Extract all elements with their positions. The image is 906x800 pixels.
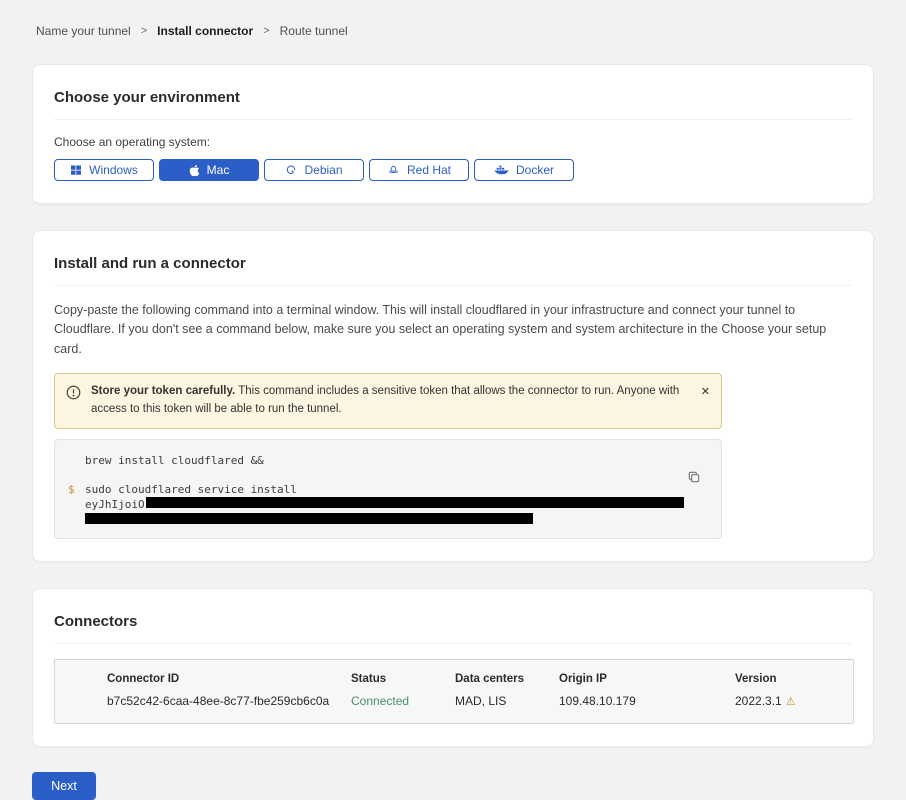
install-command-codeblock: brew install cloudflared && $ sudo cloud… [54, 439, 722, 539]
os-button-label: Windows [89, 163, 138, 177]
environment-card-title: Choose your environment [54, 89, 852, 120]
data-centers-value: MAD, LIS [455, 694, 559, 708]
close-icon[interactable]: ✕ [701, 387, 710, 398]
copy-icon[interactable] [687, 470, 701, 484]
install-connector-card: Install and run a connector Copy-paste t… [32, 230, 874, 562]
os-button-debian[interactable]: Debian [264, 159, 364, 181]
os-button-windows[interactable]: Windows [54, 159, 154, 181]
redhat-logo-icon [387, 164, 400, 176]
status-badge: Connected [351, 694, 455, 708]
os-button-label: Debian [304, 163, 342, 177]
info-circle-icon [66, 385, 81, 400]
debian-logo-icon [285, 164, 297, 176]
os-button-docker[interactable]: Docker [474, 159, 574, 181]
os-button-redhat[interactable]: Red Hat [369, 159, 469, 181]
prompt-spacer [68, 512, 85, 524]
prompt-spacer [68, 453, 85, 468]
environment-card: Choose your environment Choose an operat… [32, 64, 874, 204]
os-button-mac[interactable]: Mac [159, 159, 259, 181]
os-button-label: Mac [207, 163, 230, 177]
install-card-title: Install and run a connector [54, 255, 852, 286]
connectors-card-title: Connectors [54, 613, 852, 644]
col-connector-id: Connector ID [107, 673, 351, 685]
os-button-label: Docker [516, 163, 554, 177]
next-button[interactable]: Next [32, 772, 96, 800]
install-description: Copy-paste the following command into a … [54, 301, 852, 359]
breadcrumb-separator: > [141, 25, 147, 37]
token-redaction-bar [85, 513, 533, 524]
version-warning-icon: ⚠ [786, 696, 796, 708]
docker-logo-icon [494, 164, 509, 176]
breadcrumb-name-your-tunnel[interactable]: Name your tunnel [36, 24, 131, 38]
windows-logo-icon [70, 164, 82, 176]
version-value: 2022.3.1⚠ [735, 694, 853, 708]
os-button-group: Windows Mac Debian [54, 159, 852, 181]
token-warning-banner: Store your token carefully.This command … [54, 373, 722, 429]
warning-title: Store your token carefully. [91, 385, 235, 397]
breadcrumb-install-connector[interactable]: Install connector [157, 24, 253, 38]
col-origin-ip: Origin IP [559, 673, 735, 685]
table-header-row: Connector ID Status Data centers Origin … [55, 673, 853, 685]
code-line-brew: brew install cloudflared && [85, 453, 264, 468]
connector-id-value: b7c52c42-6caa-48ee-8c77-fbe259cb6c0a [107, 694, 351, 708]
os-select-label: Choose an operating system: [54, 135, 852, 149]
breadcrumb: Name your tunnel > Install connector > R… [32, 24, 874, 38]
col-data-centers: Data centers [455, 673, 559, 685]
prompt-spacer [68, 497, 85, 512]
connectors-table: Connector ID Status Data centers Origin … [54, 659, 854, 724]
token-redaction-bar [146, 497, 684, 508]
breadcrumb-separator: > [263, 25, 269, 37]
table-row: b7c52c42-6caa-48ee-8c77-fbe259cb6c0a Con… [55, 694, 853, 708]
origin-ip-value: 109.48.10.179 [559, 694, 735, 708]
breadcrumb-route-tunnel[interactable]: Route tunnel [280, 24, 348, 38]
tunnel-setup-page: Name your tunnel > Install connector > R… [0, 0, 906, 800]
code-line-install: sudo cloudflared service install [85, 482, 297, 497]
token-prefix: eyJhIjoiO [85, 497, 145, 512]
shell-prompt: $ [68, 482, 85, 497]
col-version: Version [735, 673, 853, 685]
os-button-label: Red Hat [407, 163, 451, 177]
col-status: Status [351, 673, 455, 685]
connectors-card: Connectors Connector ID Status Data cent… [32, 588, 874, 747]
apple-logo-icon [189, 164, 200, 177]
